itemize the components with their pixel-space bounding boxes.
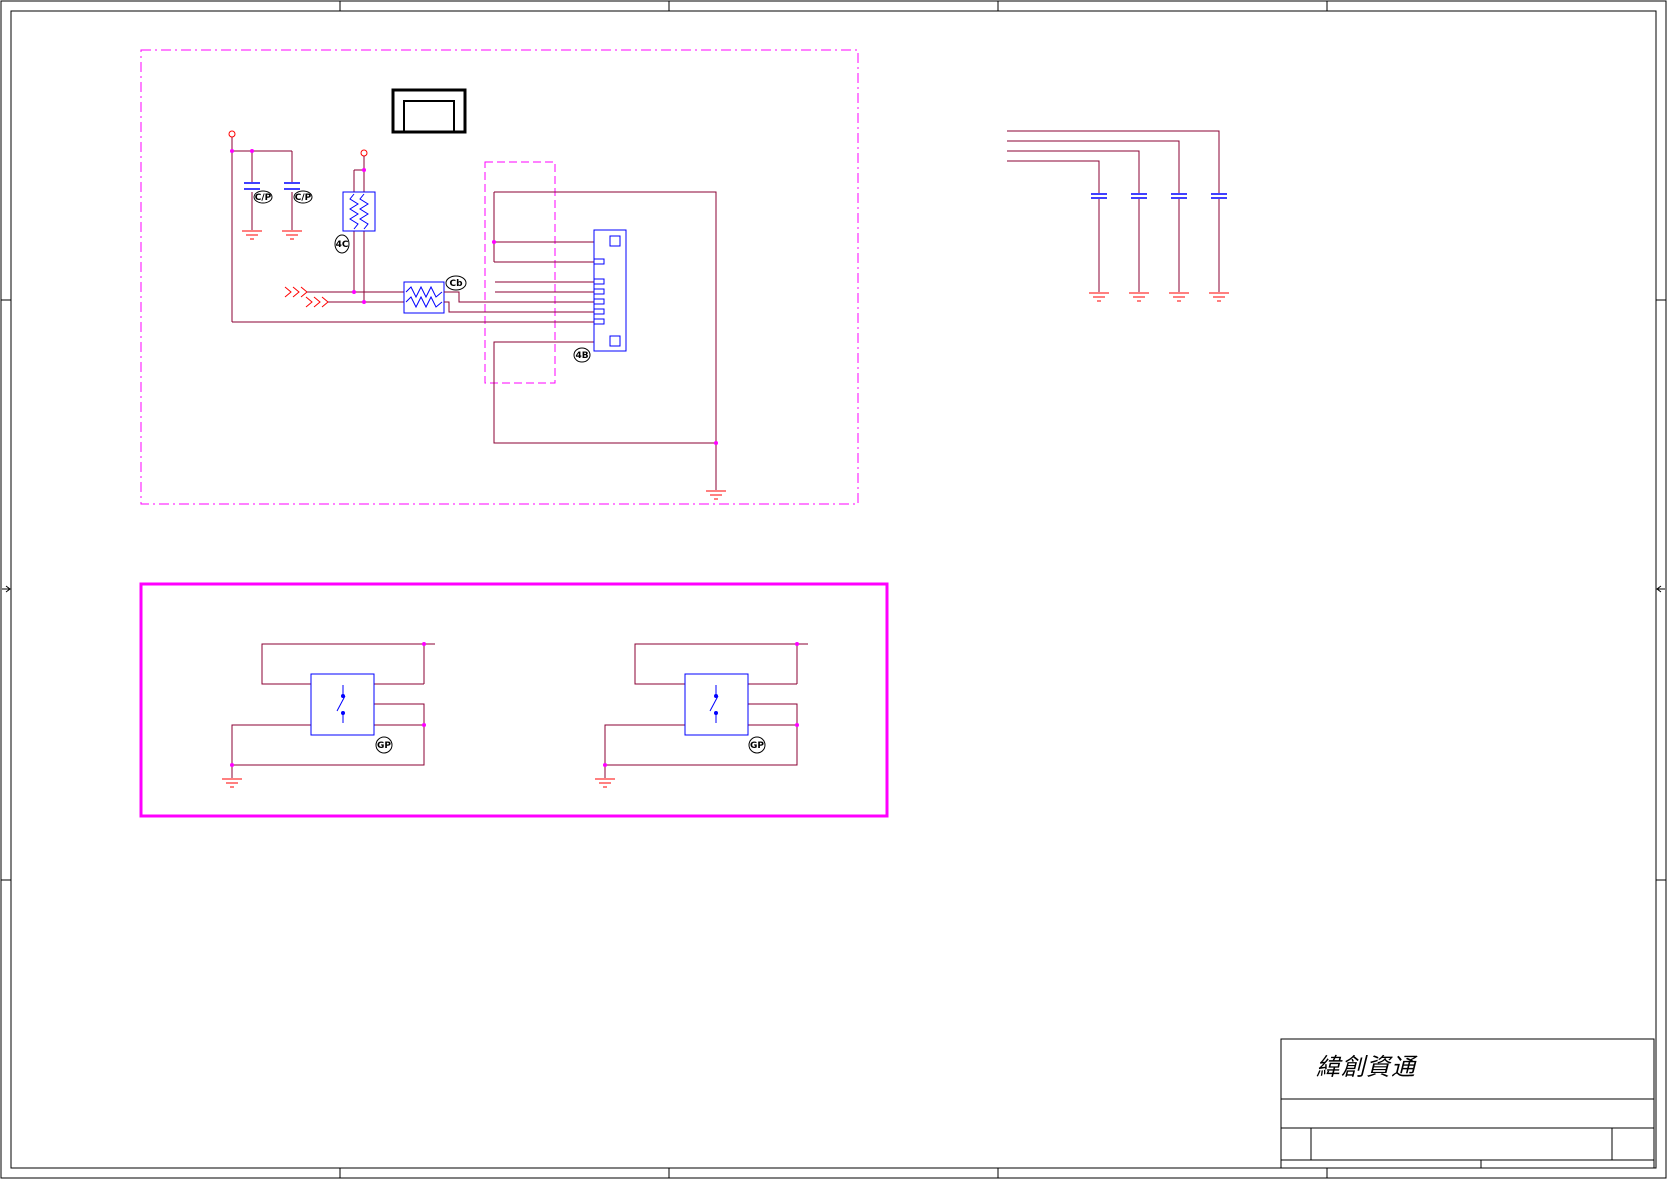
- capacitor-c1: [244, 182, 260, 190]
- ground-symbol: [1169, 292, 1189, 302]
- svg-text:4B: 4B: [575, 351, 588, 361]
- connector-frame-wiring: [493, 191, 717, 490]
- capacitor-c3: [1091, 193, 1107, 199]
- svg-text:C/P: C/P: [295, 193, 312, 203]
- input-port-arrows: [284, 286, 329, 308]
- package-symbol: [391, 88, 467, 134]
- tact-switch-right: [684, 673, 749, 736]
- connector-badge: 4B: [573, 347, 591, 363]
- power-cap-network: [231, 137, 594, 323]
- connector-body: [593, 229, 627, 352]
- switch-right-wiring: [604, 643, 808, 778]
- sheet-border: [0, 0, 1667, 1179]
- switch-right-contacts: [709, 685, 719, 723]
- ground-symbol: [1129, 292, 1149, 302]
- cap-badge-left: C/P: [253, 190, 273, 204]
- resistor-wiring: [353, 156, 365, 302]
- switch-left-wiring: [231, 643, 435, 778]
- svg-text:Cb: Cb: [449, 279, 463, 289]
- switch-left-badge: GP: [375, 736, 393, 754]
- resistor-zigzag: [349, 193, 359, 230]
- company-name: 緯創資通: [1316, 1053, 1418, 1081]
- switch-right-badge: GP: [748, 736, 766, 754]
- upper-group-box: [140, 49, 859, 505]
- ground-symbol: [222, 778, 242, 788]
- ground-symbol: [282, 230, 302, 240]
- cap-badge-right: C/P: [293, 190, 313, 204]
- ferrite-badge: Cb: [445, 275, 467, 291]
- ground-symbol: [1209, 292, 1229, 302]
- connector-group-box: [484, 161, 556, 384]
- switch-left-contacts: [336, 685, 346, 723]
- svg-text:C/P: C/P: [255, 193, 272, 203]
- capacitor-c4: [1131, 193, 1147, 199]
- resistor-badge: 4C: [334, 234, 350, 254]
- input-lines: [307, 291, 404, 303]
- ferrite-zigzag: [405, 295, 443, 309]
- decoupling-cap-network: [1007, 130, 1220, 292]
- ferrite-to-connector: [444, 281, 594, 313]
- resistor-body: [342, 191, 376, 232]
- capacitor-c2: [284, 182, 300, 190]
- ferrite-zigzag: [405, 285, 443, 299]
- capacitor-c6: [1211, 193, 1227, 199]
- power-terminal: [360, 149, 368, 157]
- resistor-zigzag: [359, 193, 369, 230]
- ground-symbol: [595, 778, 615, 788]
- svg-text:GP: GP: [750, 741, 764, 751]
- svg-text:4C: 4C: [336, 240, 349, 250]
- switch-group-box: [139, 582, 889, 818]
- connector-pins: [593, 235, 621, 347]
- tact-switch-left: [310, 673, 375, 736]
- ground-symbol: [1089, 292, 1109, 302]
- ground-symbol: [706, 490, 726, 500]
- ground-symbol: [242, 230, 262, 240]
- svg-text:GP: GP: [377, 741, 391, 751]
- capacitor-c5: [1171, 193, 1187, 199]
- schematic-sheet: C/P C/P 4C Cb 4B GP GP 緯創資通: [0, 0, 1667, 1179]
- power-terminal: [228, 130, 236, 138]
